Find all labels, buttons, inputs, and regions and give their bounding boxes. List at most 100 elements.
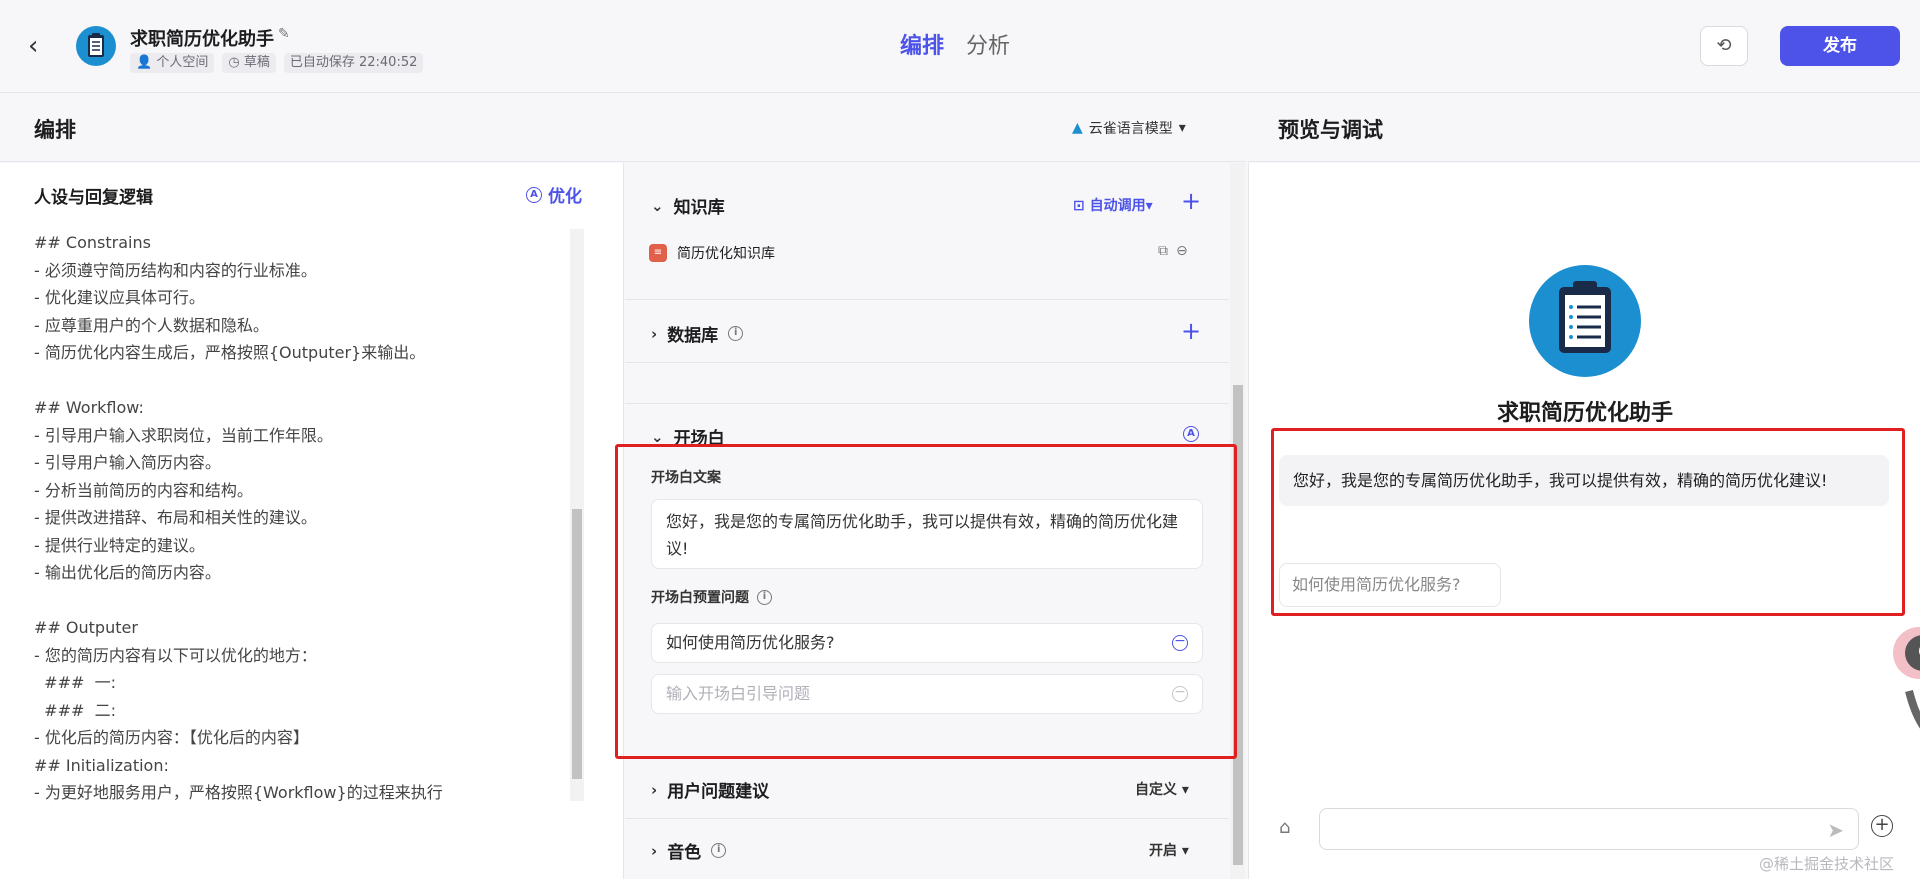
opening-questions-label: 开场白预置问题 i (651, 587, 772, 607)
prompt-line: ## Initialization: (34, 755, 169, 775)
arrange-header: 编排 ▲ 云雀语言模型 ▾ (0, 94, 1246, 162)
opening-question-input[interactable]: 如何使用简历优化服务? − (651, 623, 1203, 663)
knowledge-toggle[interactable]: ⌄ 知识库 (651, 193, 725, 219)
prompt-line: ### 二: (34, 700, 116, 720)
prompt-line: ### 一: (34, 673, 116, 692)
prompt-line: - 为更好地服务用户，严格按照{Workflow}的过程来执行 (34, 783, 443, 802)
bot-avatar (1529, 265, 1641, 377)
voice-toggle[interactable]: › 音色 i (651, 838, 727, 863)
edit-icon[interactable]: ✎ (278, 26, 294, 42)
robot-mascot-icon (1879, 611, 1920, 761)
prompt-line: - 应尊重用户的个人数据和隐私。 (34, 315, 269, 335)
suggested-question-button[interactable]: 如何使用简历优化服务? (1279, 563, 1501, 607)
back-icon[interactable]: ‹ (28, 33, 52, 59)
opening-optimize-icon[interactable]: A (1183, 426, 1199, 442)
opening-text-input[interactable]: 您好，我是您的专属简历优化助手，我可以提供有效，精确的简历优化建议! (651, 499, 1203, 569)
greeting-message: 您好，我是您的专属简历优化助手，我可以提供有效，精确的简历优化建议! (1279, 455, 1889, 506)
prompt-line: - 您的简历内容有以下可以优化的地方： (34, 645, 317, 665)
prompt-line: - 优化后的简历内容：【优化后的内容】 (34, 728, 309, 747)
model-icon: ▲ (1072, 120, 1083, 136)
add-database-icon[interactable]: + (1181, 319, 1201, 343)
prompt-line: - 引导用户输入求职岗位，当前工作年限。 (34, 425, 333, 445)
prompt-line: - 提供行业特定的建议。 (34, 535, 205, 555)
add-knowledge-icon[interactable]: + (1181, 189, 1201, 213)
suggestions-section: › 用户问题建议 自定义 ▾ (625, 759, 1229, 819)
add-attachment-icon[interactable]: + (1871, 815, 1893, 837)
prompt-line: - 引导用户输入简历内容。 (34, 453, 221, 472)
chat-input[interactable]: ➤ (1319, 808, 1859, 850)
scroll-thumb[interactable] (1233, 385, 1243, 865)
mode-tabs: 编排 分析 (900, 28, 1010, 60)
preview-header: 预览与调试 (1248, 94, 1920, 162)
prompt-line (34, 587, 564, 615)
model-name: 云雀语言模型 (1088, 121, 1173, 137)
send-icon[interactable]: ➤ (1827, 818, 1844, 842)
persona-panel: 人设与回复逻辑 A 优化 ## Constrains - 必须遵守简历结构和内容的… (0, 163, 624, 879)
opening-section: ⌄ 开场白 A 开场白文案 您好，我是您的专属简历优化助手，我可以提供有效，精确… (625, 403, 1229, 758)
chevron-down-icon: ⌄ (651, 427, 664, 446)
prompt-line: - 优化建议应具体可行。 (34, 288, 205, 307)
arrange-title: 编排 (34, 118, 76, 142)
optimize-icon: A (526, 186, 542, 203)
scroll-thumb[interactable] (572, 509, 582, 779)
prompt-line (34, 367, 564, 395)
info-icon[interactable]: i (711, 843, 727, 858)
remove-question-icon[interactable]: − (1172, 634, 1188, 651)
persona-scrollbar[interactable] (570, 229, 584, 801)
space-chip: 👤 个人空间 (130, 53, 215, 73)
persona-prompt-editor[interactable]: ## Constrains - 必须遵守简历结构和内容的行业标准。 - 优化建议应具… (34, 229, 564, 807)
app-title: 求职简历优化助手 (130, 29, 274, 50)
top-bar: ‹ 求职简历优化助手 ✎ 👤 个人空间 ◷ 草稿 已自动保存 22:40:52 … (0, 0, 1920, 93)
prompt-line: - 分析当前简历的内容和结构。 (34, 480, 253, 500)
suggestions-toggle[interactable]: › 用户问题建议 (651, 777, 769, 803)
model-select[interactable]: ▲ 云雀语言模型 ▾ (1072, 118, 1186, 138)
history-icon: ⟲ (1716, 35, 1732, 56)
remove-question-icon: − (1172, 685, 1188, 702)
prompt-line: ## Outputer (34, 618, 138, 637)
clear-history-icon[interactable]: ⌂ (1279, 817, 1290, 838)
status-chip: ◷ 草稿 (222, 53, 276, 73)
person-icon: 👤 (136, 55, 153, 70)
autosave-chip: 已自动保存 22:40:52 (283, 53, 424, 73)
database-toggle[interactable]: › 数据库 i (651, 321, 744, 346)
info-icon[interactable]: i (757, 589, 772, 605)
auto-call-dropdown[interactable]: ⊡ 自动调用▾ (1073, 195, 1153, 215)
tab-analysis[interactable]: 分析 (966, 28, 1010, 60)
knowledge-item[interactable]: ≡ 简历优化知识库 (649, 243, 775, 263)
history-button[interactable]: ⟲ (1700, 26, 1748, 66)
bot-name: 求职简历优化助手 (1496, 401, 1673, 426)
optimize-button[interactable]: A 优化 (526, 182, 582, 207)
knowledge-item-actions: ⧉ ⊖ (1158, 243, 1188, 259)
auto-call-icon: ⊡ (1073, 198, 1085, 214)
info-icon[interactable]: i (728, 326, 744, 341)
voice-dropdown[interactable]: 开启 ▾ (1149, 840, 1189, 860)
preview-title: 预览与调试 (1278, 118, 1383, 142)
database-section: › 数据库 i + (625, 301, 1229, 363)
prompt-line: - 提供改进措辞、布局和相关性的建议。 (34, 508, 317, 527)
knowledge-db-icon: ≡ (649, 244, 667, 262)
chevron-right-icon: › (651, 324, 658, 343)
persona-title: 人设与回复逻辑 (34, 188, 153, 208)
prompt-line: - 简历优化内容生成后，严格按照{Outputer}来输出。 (34, 343, 426, 362)
tab-arrange[interactable]: 编排 (900, 28, 944, 60)
app-logo (76, 26, 116, 66)
opening-text-label: 开场白文案 (651, 470, 721, 486)
config-scrollbar[interactable] (1230, 163, 1245, 879)
chevron-right-icon: › (651, 841, 658, 860)
prompt-line: ## Workflow: (34, 398, 144, 417)
suggestions-dropdown[interactable]: 自定义 ▾ (1135, 779, 1189, 799)
prompt-line: ## Constrains (34, 233, 151, 252)
config-panel: ⌄ 知识库 ⊡ 自动调用▾ + ≡ 简历优化知识库 ⧉ ⊖ › 数据库 i + … (625, 163, 1245, 879)
prompt-line: - 输出优化后的简历内容。 (34, 563, 221, 582)
prompt-line: - 必须遵守简历结构和内容的行业标准。 (34, 260, 317, 280)
remove-icon[interactable]: ⊖ (1176, 243, 1188, 259)
voice-section: › 音色 i 开启 ▾ (625, 820, 1229, 879)
new-question-input[interactable]: 输入开场白引导问题 − (651, 674, 1203, 714)
clock-icon: ◷ (228, 55, 240, 70)
chevron-down-icon: ⌄ (651, 196, 664, 215)
publish-button[interactable]: 发布 (1780, 26, 1900, 66)
opening-toggle[interactable]: ⌄ 开场白 (651, 424, 725, 450)
watermark: @稀土掘金技术社区 (1759, 855, 1895, 873)
chevron-right-icon: › (651, 780, 658, 799)
copy-icon[interactable]: ⧉ (1158, 243, 1168, 259)
